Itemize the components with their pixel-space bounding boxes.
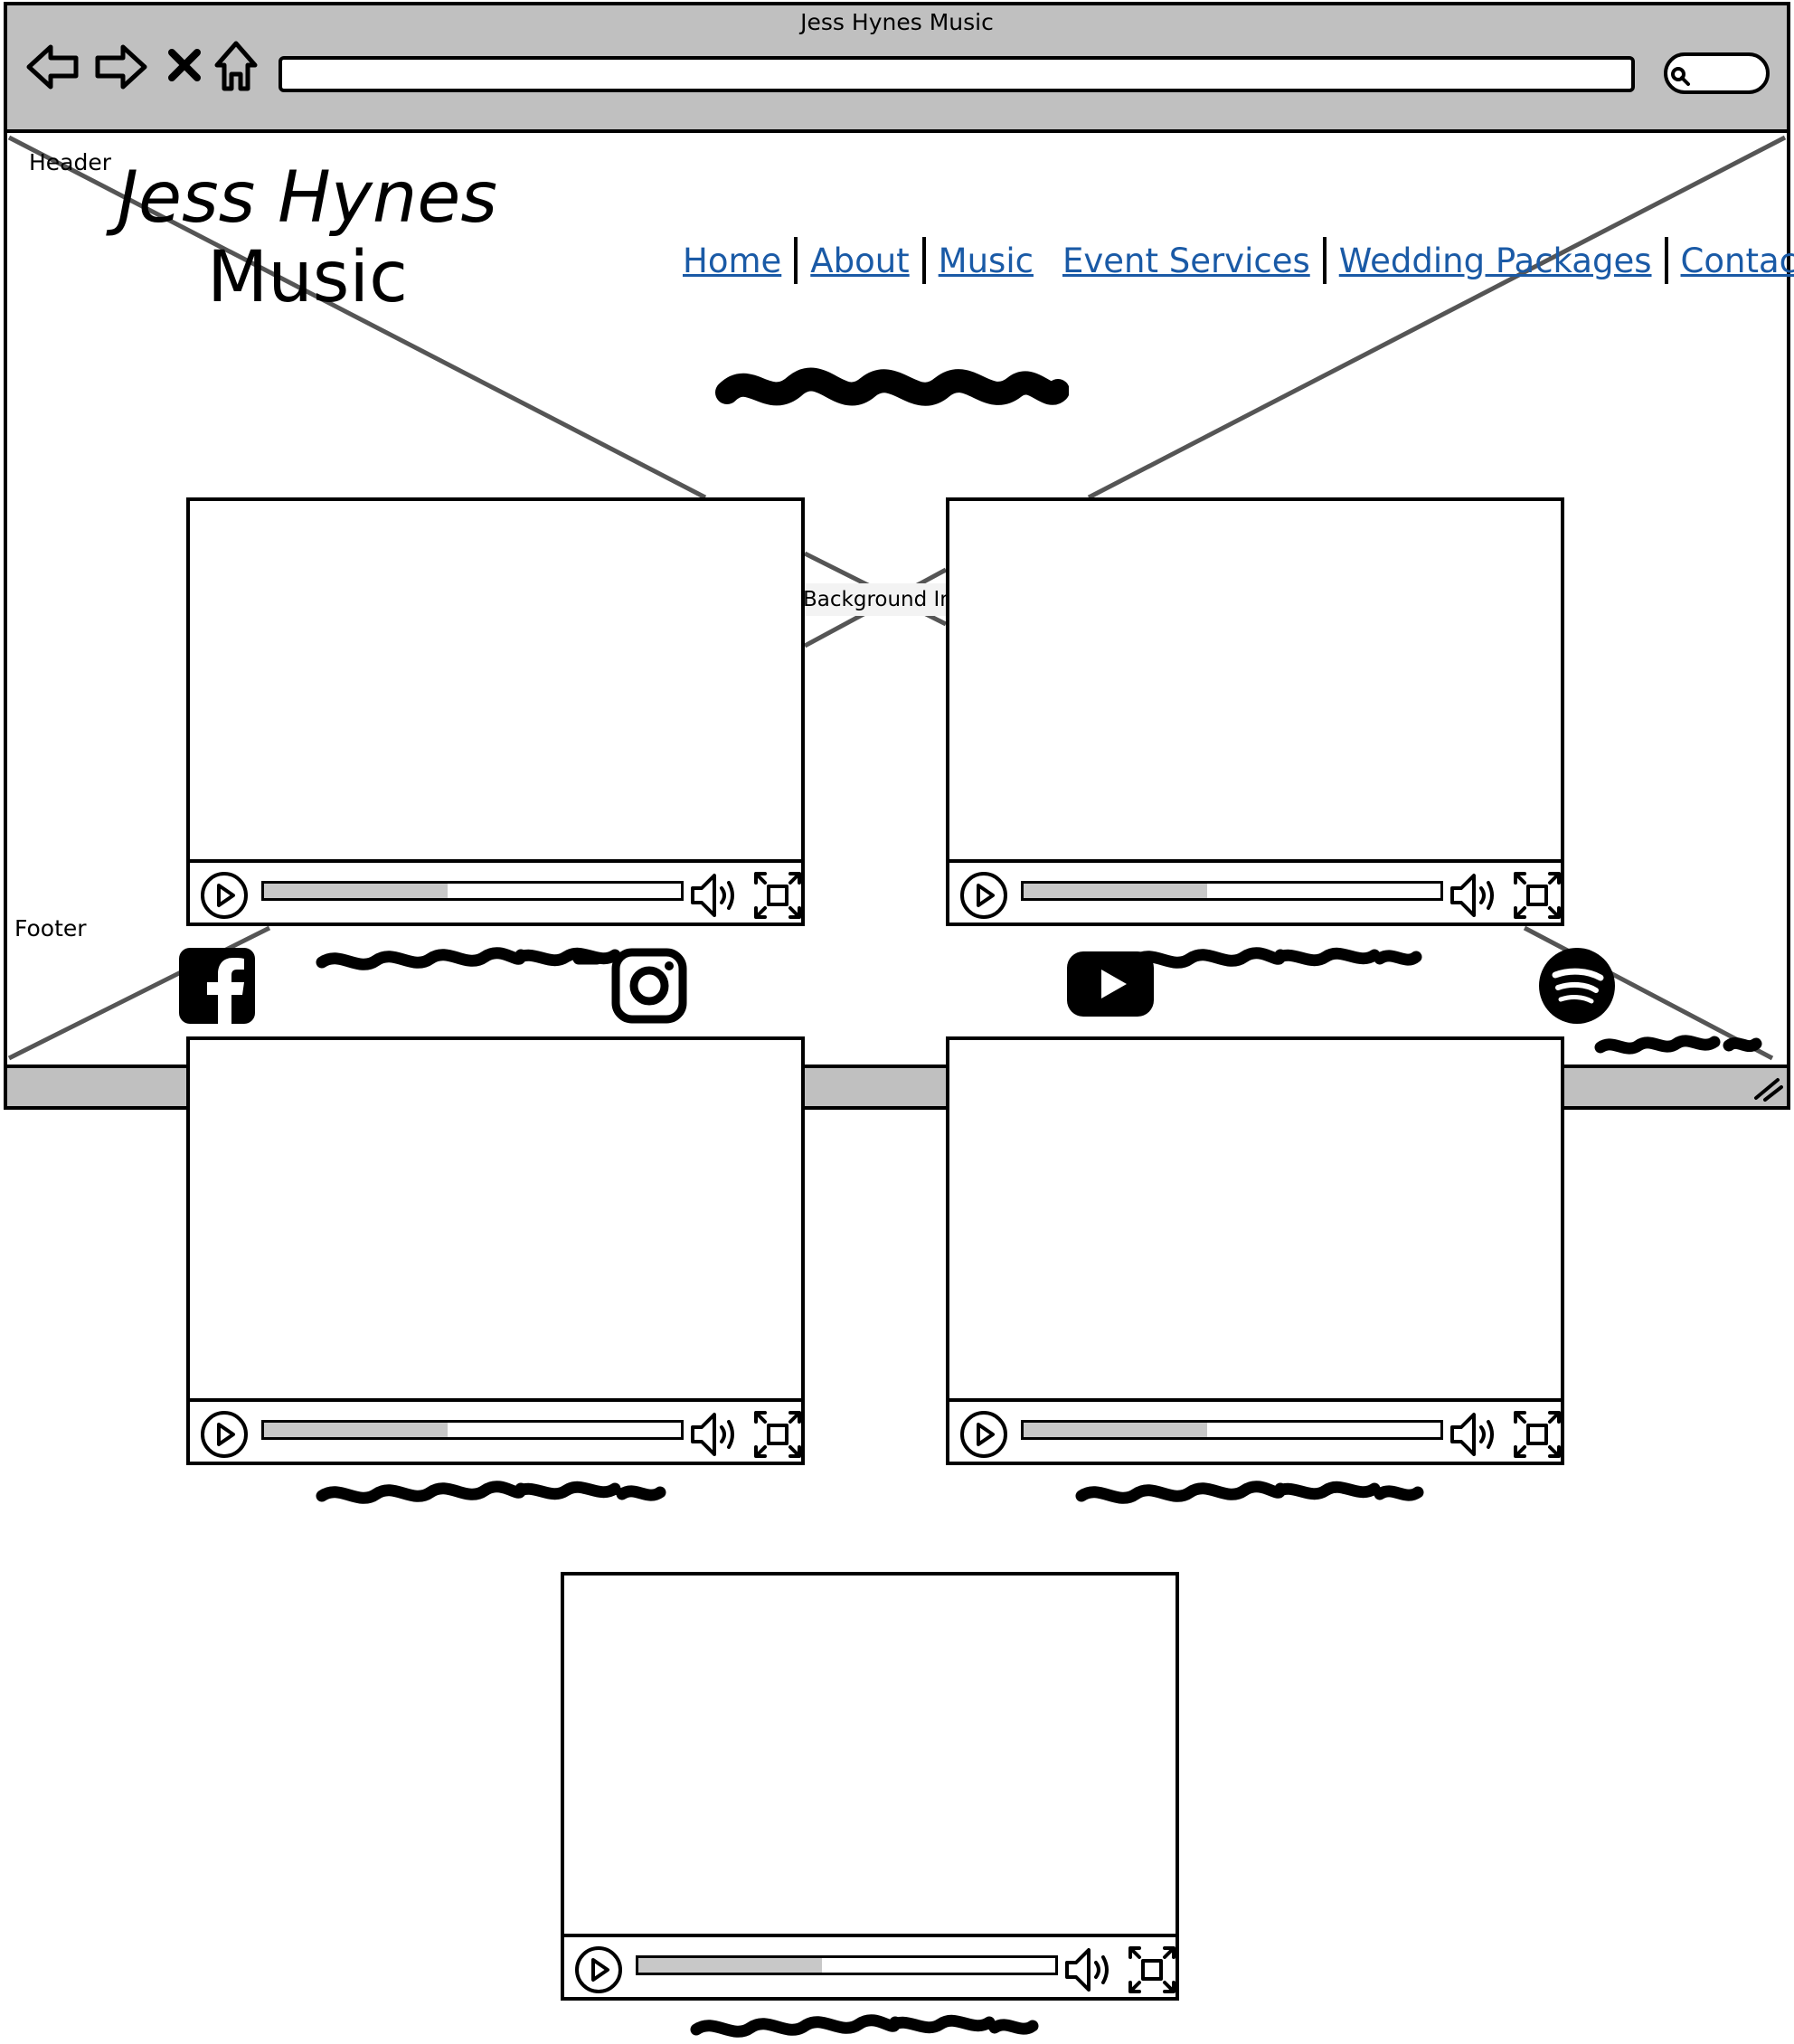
main-nav: Home About Music Event Services Wedding … [683,233,1794,288]
fullscreen-icon[interactable] [1512,1409,1563,1460]
volume-icon[interactable] [689,1409,743,1460]
fullscreen-icon[interactable] [752,1409,803,1460]
close-x-icon[interactable] [166,47,203,83]
resize-grip-icon[interactable] [1752,1074,1783,1102]
nav-home[interactable]: Home [683,241,781,280]
play-icon[interactable] [199,870,250,921]
video-controls [949,859,1561,923]
play-icon[interactable] [199,1409,250,1460]
home-icon[interactable] [213,40,259,92]
instagram-icon[interactable] [611,948,687,1024]
nav-event-services[interactable]: Event Services [1062,241,1310,280]
video-progress-bar[interactable] [261,881,684,901]
play-icon[interactable] [958,870,1009,921]
video-progress-bar[interactable] [261,1420,684,1440]
video-progress-bar[interactable] [1021,881,1443,901]
video-player-2[interactable] [946,497,1564,926]
facebook-icon[interactable] [179,948,255,1024]
play-icon[interactable] [958,1409,1009,1460]
video-progress-bar[interactable] [636,1955,1058,1975]
page-heading-scribble [715,367,1069,406]
nav-divider [1664,237,1668,284]
volume-icon[interactable] [1449,870,1503,921]
fullscreen-icon[interactable] [1127,1945,1177,1995]
footer-label: Footer [14,915,87,942]
window-title: Jess Hynes Music [800,9,994,35]
video-controls [564,1934,1176,1997]
forward-arrow-icon[interactable] [94,42,148,92]
video-player-1[interactable] [186,497,805,926]
search-icon[interactable] [1669,65,1691,87]
fullscreen-icon[interactable] [1512,870,1563,921]
brand-line-1: Jess Hynes [118,157,497,239]
volume-icon[interactable] [689,870,743,921]
video-controls [190,1398,801,1462]
nav-music[interactable]: Music [939,241,1034,280]
url-bar[interactable] [279,56,1635,92]
nav-contact[interactable]: Contact [1681,241,1794,280]
video-player-4[interactable] [946,1036,1564,1465]
youtube-icon[interactable] [1067,951,1154,1017]
site-logo-text[interactable]: Jess Hynes Music [90,158,524,317]
nav-wedding-packages[interactable]: Wedding Packages [1339,241,1652,280]
volume-icon[interactable] [1063,1945,1118,1995]
video-controls [949,1398,1561,1462]
play-icon[interactable] [573,1945,624,1995]
nav-divider [1322,237,1327,284]
nav-divider [794,237,798,284]
volume-icon[interactable] [1449,1409,1503,1460]
back-arrow-icon[interactable] [25,42,80,92]
fullscreen-icon[interactable] [752,870,803,921]
brand-line-2: Music [207,237,408,318]
spotify-icon[interactable] [1539,948,1615,1024]
video-player-5[interactable] [561,1572,1179,2001]
video-player-3[interactable] [186,1036,805,1465]
video-progress-bar[interactable] [1021,1420,1443,1440]
nav-divider [921,237,926,284]
video-controls [190,859,801,923]
background-image-label: Background Image [803,583,948,616]
nav-about[interactable]: About [810,241,909,280]
